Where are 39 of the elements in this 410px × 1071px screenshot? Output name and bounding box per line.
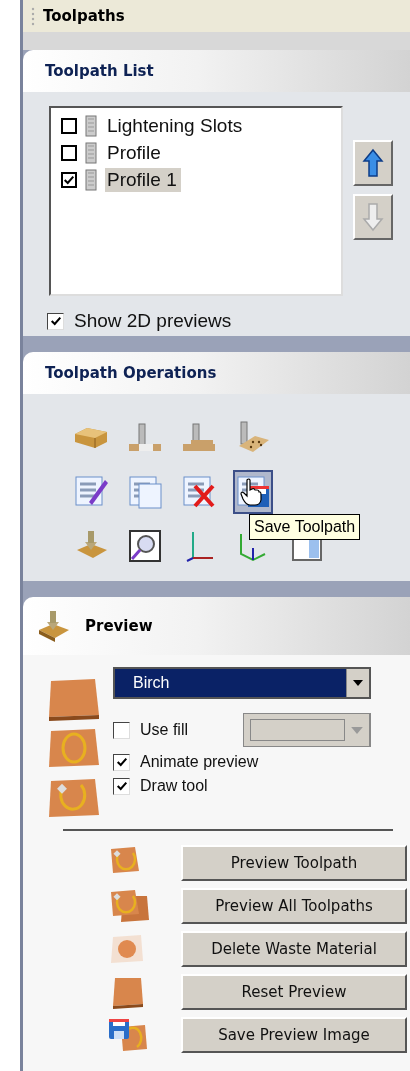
tooltip: Save Toolpath	[249, 514, 361, 540]
checkbox[interactable]	[113, 753, 130, 771]
checkbox-label: Animate preview	[140, 753, 259, 771]
move-up-button[interactable]	[353, 140, 393, 186]
toolpath-list[interactable]: Lightening Slots Profile Profile 1	[49, 106, 343, 296]
preview-action-button[interactable]: Preview All Toolpaths	[181, 887, 407, 924]
toolpath-name[interactable]: Lightening Slots	[105, 113, 247, 138]
grip-icon[interactable]	[31, 6, 35, 26]
preview-action-button[interactable]: Delete Waste Material	[181, 930, 407, 967]
dropdown-arrow-icon	[353, 680, 363, 686]
preview-action-button[interactable]: Reset Preview	[181, 973, 407, 1010]
toolpath-name[interactable]: Profile 1	[105, 167, 181, 192]
checkbox[interactable]	[113, 777, 130, 795]
panel-title: Toolpaths	[43, 7, 125, 25]
tool-icon	[85, 114, 97, 137]
preview-action-button[interactable]: Save Preview Image	[181, 1016, 407, 1053]
arrow-down-icon	[362, 202, 384, 232]
checkbox[interactable]	[113, 721, 130, 739]
checkbox[interactable]	[61, 117, 77, 134]
checkbox-label: Use fill	[140, 721, 188, 739]
tool-icon	[85, 168, 97, 191]
material-dropdown[interactable]: Birch	[113, 667, 371, 699]
arrow-up-icon	[362, 148, 384, 178]
section-header[interactable]: Toolpath List	[23, 50, 410, 92]
tool-icon	[85, 141, 97, 164]
checkbox-label: Show 2D previews	[74, 310, 232, 332]
toolpath-name[interactable]: Profile	[105, 140, 165, 165]
checkbox-label: Draw tool	[140, 777, 208, 795]
check-icon	[115, 756, 128, 768]
dropdown-arrow-icon	[351, 726, 363, 734]
checkbox[interactable]	[61, 144, 77, 161]
check-icon	[115, 780, 128, 792]
section-header[interactable]: Toolpath Operations	[23, 352, 410, 394]
preview-action-button[interactable]: Preview Toolpath	[181, 844, 407, 881]
check-icon	[49, 315, 62, 327]
hand-cursor-icon	[240, 478, 262, 506]
checkbox[interactable]	[61, 171, 77, 188]
section-header[interactable]: Preview	[23, 597, 410, 655]
checkbox[interactable]	[47, 312, 64, 330]
